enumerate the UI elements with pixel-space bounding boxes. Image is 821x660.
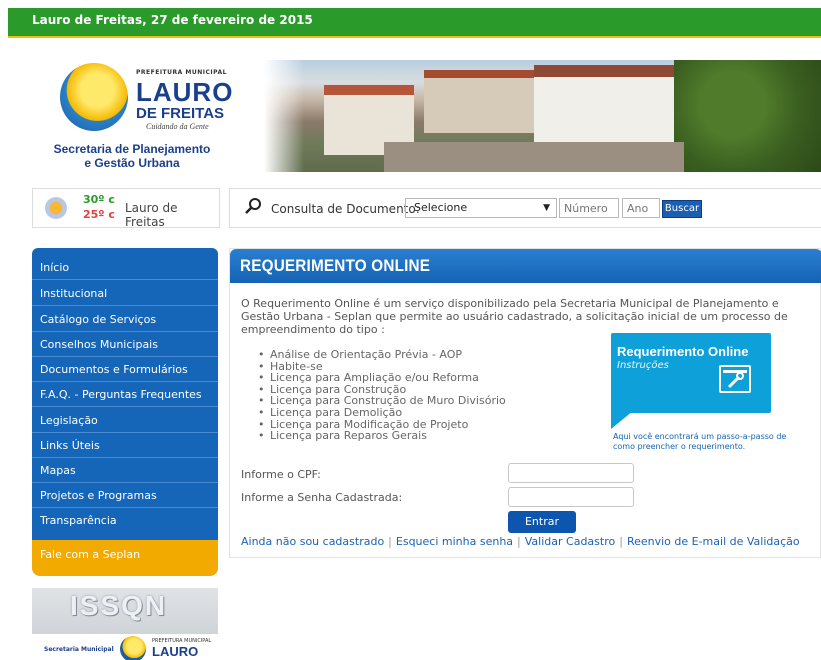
intro-text: O Requerimento Online é um serviço dispo… bbox=[241, 297, 788, 336]
list-item: • Licença para Reparos Gerais bbox=[258, 429, 427, 443]
logo-sun-emblem bbox=[60, 63, 128, 131]
department-line-1: Secretaria de Planejamento bbox=[53, 142, 211, 156]
logo-freitas-text: DE FREITAS bbox=[136, 105, 225, 122]
sidebar-menu: Início Institucional Catálogo de Serviço… bbox=[32, 248, 218, 540]
chevron-down-icon: ▼ bbox=[543, 203, 550, 213]
entrar-button[interactable]: Entrar bbox=[508, 511, 576, 533]
sidebar-item-faq[interactable]: F.A.Q. - Perguntas Frequentes bbox=[32, 383, 218, 407]
process-type-list: • Análise de Orientação Prévia - AOP • Hab… bbox=[258, 349, 506, 442]
cpf-label: Informe o CPF: bbox=[241, 468, 321, 481]
top-bar: Lauro de Freitas, 27 de fevereiro de 201… bbox=[8, 8, 821, 38]
cpf-input[interactable] bbox=[508, 463, 634, 483]
document-search-bar: Consulta de Documento: Selecione ▼ Busca… bbox=[229, 188, 821, 228]
account-links: Ainda não sou cadastrado | Esqueci minha s… bbox=[241, 535, 800, 548]
sidebar-item-conselhos[interactable]: Conselhos Municipais bbox=[32, 333, 218, 357]
weather-city: Lauro de Freitas bbox=[125, 201, 178, 229]
sidebar-item-inicio[interactable]: Início bbox=[32, 256, 218, 280]
temperature-high: 30º c bbox=[83, 193, 115, 206]
document-type-selected: Selecione bbox=[414, 201, 468, 214]
tools-icon bbox=[719, 365, 751, 393]
sidebar-item-mapas[interactable]: Mapas bbox=[32, 459, 218, 483]
page-title: REQUERIMENTO ONLINE bbox=[240, 256, 431, 275]
weather-widget: 30º c 25º c Lauro de Freitas bbox=[32, 188, 220, 229]
sidebar-item-links[interactable]: Links Úteis bbox=[32, 434, 218, 458]
link-reenvio-email[interactable]: Reenvio de E-mail de Validação bbox=[627, 535, 800, 548]
link-esqueci-senha[interactable]: Esqueci minha senha bbox=[396, 535, 513, 548]
issqn-title: ISSQN bbox=[70, 590, 168, 621]
date-text: Lauro de Freitas, 27 de fevereiro de 201… bbox=[32, 13, 313, 27]
issqn-logo-emblem bbox=[120, 636, 146, 660]
logo-tagline: Cuidando da Gente bbox=[146, 122, 209, 131]
issqn-dept-text: Secretaria Municipal bbox=[44, 646, 114, 653]
link-nao-cadastrado[interactable]: Ainda não sou cadastrado bbox=[241, 535, 384, 548]
sidebar-item-catalogo[interactable]: Catálogo de Serviços bbox=[32, 308, 218, 332]
instructions-subtitle: Instruções bbox=[617, 360, 669, 371]
header-photo bbox=[264, 60, 821, 172]
search-label: Consulta de Documento: bbox=[271, 202, 420, 216]
ano-input[interactable] bbox=[622, 198, 660, 218]
fale-com-seplan-link[interactable]: Fale com a Seplan bbox=[32, 540, 218, 576]
site-logo[interactable]: PREFEITURA MUNICIPAL LAURO DE FREITAS Cu… bbox=[32, 55, 242, 175]
logo-prefeitura-text: PREFEITURA MUNICIPAL bbox=[136, 69, 227, 76]
requerimento-panel: REQUERIMENTO ONLINE O Requerimento Onlin… bbox=[229, 248, 821, 558]
sidebar-item-legislacao[interactable]: Legislação bbox=[32, 409, 218, 433]
department-line-2: e Gestão Urbana bbox=[84, 156, 180, 170]
instructions-banner[interactable]: Requerimento Online Instruções bbox=[611, 333, 771, 413]
department-name: Secretaria de Planejamento e Gestão Urba… bbox=[32, 142, 232, 170]
link-validar-cadastro[interactable]: Validar Cadastro bbox=[525, 535, 615, 548]
issqn-lauro-text: LAURO bbox=[152, 644, 199, 659]
issqn-banner[interactable]: ISSQN Secretaria Municipal PREFEITURA MU… bbox=[32, 588, 218, 660]
senha-input[interactable] bbox=[508, 487, 634, 507]
instructions-caption: Aqui você encontrará um passo-a-passo de… bbox=[613, 432, 787, 451]
weather-icon bbox=[45, 197, 67, 219]
logo-lauro-text: LAURO bbox=[136, 77, 234, 107]
temperature-low: 25º c bbox=[83, 208, 115, 221]
search-icon bbox=[245, 198, 261, 214]
instructions-title: Requerimento Online bbox=[617, 344, 749, 359]
panel-header: REQUERIMENTO ONLINE bbox=[230, 249, 821, 283]
senha-label: Informe a Senha Cadastrada: bbox=[241, 491, 403, 504]
sidebar-item-projetos[interactable]: Projetos e Programas bbox=[32, 484, 218, 508]
document-type-select[interactable]: Selecione ▼ bbox=[405, 198, 557, 218]
numero-input[interactable] bbox=[559, 198, 619, 218]
sidebar-item-documentos[interactable]: Documentos e Formulários bbox=[32, 358, 218, 382]
sidebar-item-institucional[interactable]: Institucional bbox=[32, 282, 218, 306]
buscar-button[interactable]: Buscar bbox=[662, 200, 702, 218]
sidebar-item-transparencia[interactable]: Transparência bbox=[32, 509, 218, 533]
